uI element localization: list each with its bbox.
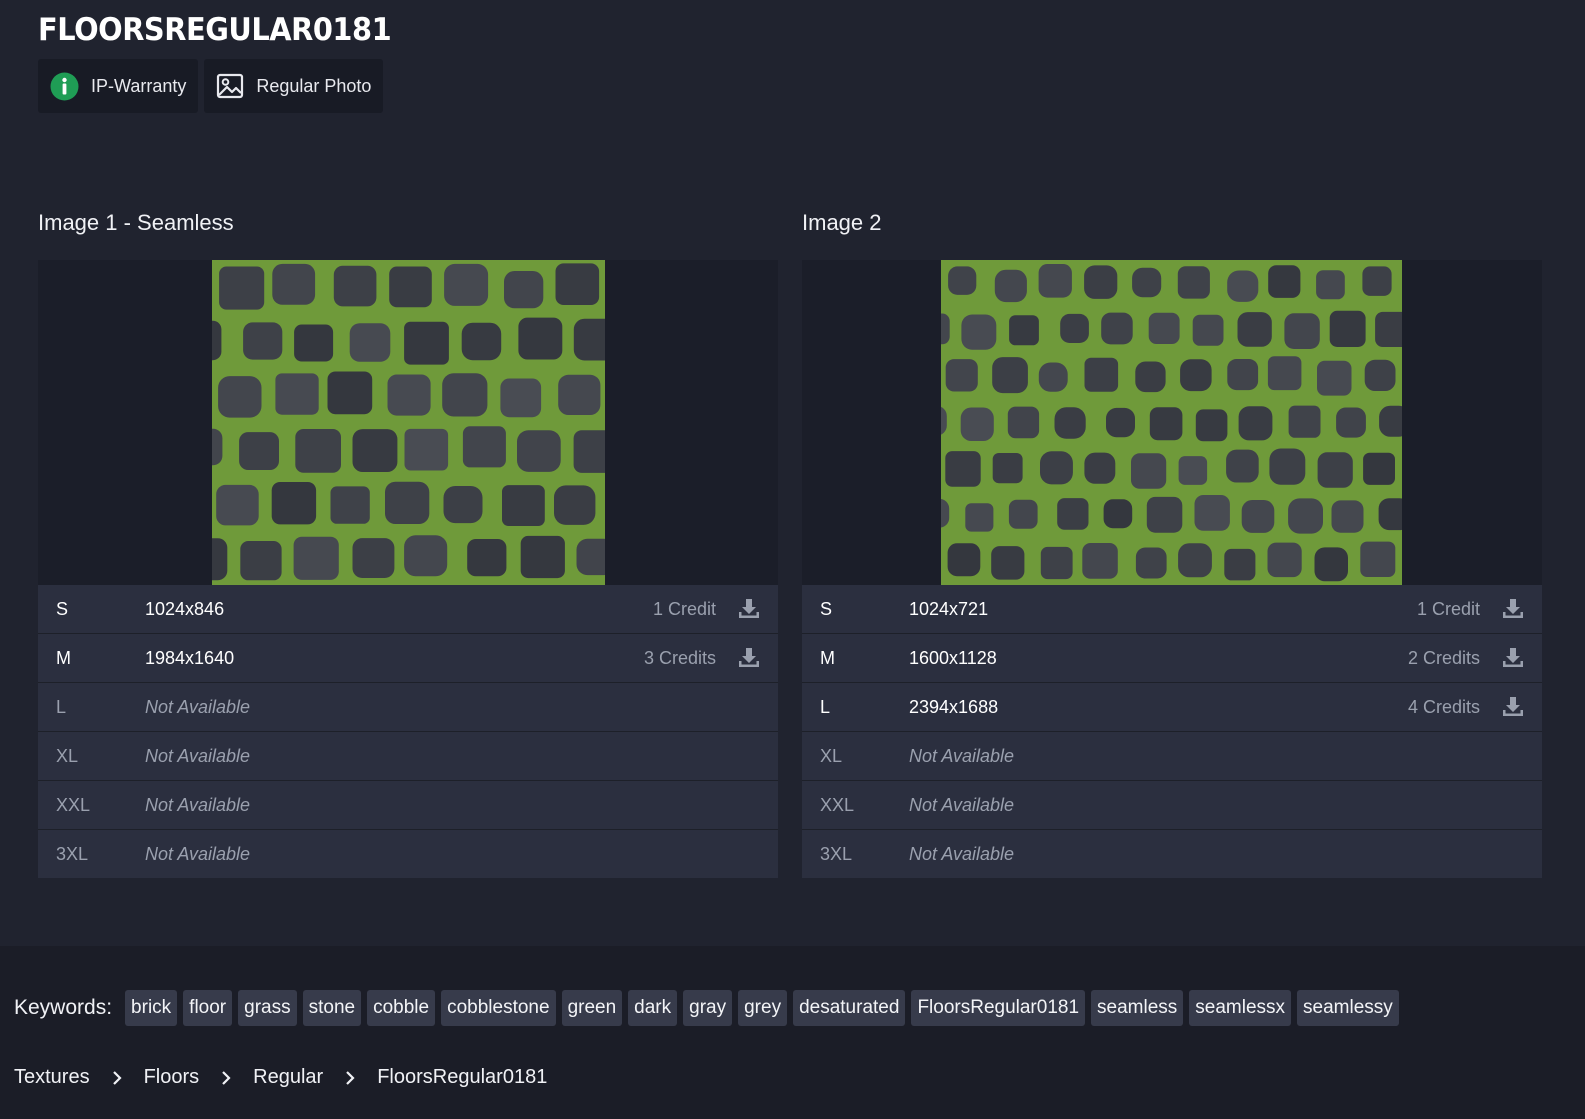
size-label: M — [56, 647, 71, 668]
size-row-l: L 2394x1688 4 Credits — [802, 683, 1542, 732]
resolution: Not Available — [909, 843, 1015, 864]
size-row-m: M 1984x1640 3 Credits — [38, 634, 778, 683]
keyword-tag[interactable]: green — [561, 990, 623, 1026]
breadcrumb-regular[interactable]: Regular — [253, 1066, 323, 1089]
regular-photo-badge[interactable]: Regular Photo — [204, 59, 384, 113]
credits: 1 Credit — [1416, 598, 1480, 619]
size-label: 3XL — [56, 843, 89, 864]
resolution: Not Available — [145, 745, 251, 766]
resolution: 1600x1128 — [909, 647, 997, 668]
size-row-3xl: 3XL Not Available — [38, 830, 778, 878]
image-1-texture-preview[interactable] — [212, 260, 605, 585]
keyword-tag[interactable]: cobblestone — [441, 990, 556, 1026]
size-label: S — [56, 598, 69, 619]
regular-photo-label: Regular Photo — [256, 75, 372, 96]
chevron-right-icon — [112, 1070, 122, 1085]
keyword-tag[interactable]: desaturated — [793, 990, 906, 1026]
size-row-3xl: 3XL Not Available — [802, 830, 1542, 878]
size-label: M — [820, 647, 835, 668]
size-label: XXL — [820, 794, 855, 815]
ip-warranty-label: IP-Warranty — [91, 75, 187, 96]
image-2-texture-preview[interactable] — [941, 260, 1402, 585]
footer: Keywords: brick floor grass stone cobble… — [0, 946, 1585, 1119]
resolution: 2394x1688 — [909, 696, 999, 717]
download-icon[interactable] — [738, 647, 760, 669]
keyword-tag[interactable]: brick — [125, 990, 178, 1026]
size-label: 3XL — [820, 843, 853, 864]
size-label: L — [56, 696, 67, 717]
size-row-xxl: XXL Not Available — [802, 781, 1542, 830]
size-label: XL — [820, 745, 843, 766]
chevron-right-icon — [222, 1070, 231, 1085]
keyword-tag[interactable]: floor — [183, 990, 233, 1026]
image-icon — [217, 73, 244, 99]
keywords-section: Keywords: brick floor grass stone cobble… — [14, 990, 1399, 1026]
resolution: Not Available — [909, 794, 1015, 815]
size-label: S — [820, 598, 833, 619]
breadcrumb: Textures Floors Regular FloorsRegular018… — [14, 1066, 547, 1089]
page-title: FLOORSREGULAR0181 — [38, 12, 392, 48]
image-1-size-table: S 1024x846 1 Credit M 1984x1640 3 Credit… — [38, 585, 778, 878]
size-row-s: S 1024x846 1 Credit — [38, 585, 778, 634]
breadcrumb-textures[interactable]: Textures — [14, 1066, 90, 1089]
keyword-tag[interactable]: dark — [628, 990, 678, 1026]
size-row-xl: XL Not Available — [802, 732, 1542, 781]
badge-bar: IP-Warranty Regular Photo — [38, 59, 384, 113]
download-icon[interactable] — [1502, 696, 1524, 718]
resolution: Not Available — [145, 843, 251, 864]
size-row-m: M 1600x1128 2 Credits — [802, 634, 1542, 683]
image-1-panel: Image 1 - Seamless S 1024x846 1 Credit M… — [38, 208, 778, 878]
keyword-tag[interactable]: grey — [738, 990, 788, 1026]
keyword-tag[interactable]: cobble — [367, 990, 436, 1026]
keyword-tag[interactable]: seamless — [1091, 990, 1184, 1026]
image-2-panel: Image 2 S 1024x721 1 Credit M 1600x1128 … — [802, 208, 1542, 878]
keywords-label: Keywords: — [14, 996, 113, 1019]
info-icon — [50, 72, 79, 100]
size-label: L — [820, 696, 831, 717]
size-row-l: L Not Available — [38, 683, 778, 732]
size-row-xxl: XXL Not Available — [38, 781, 778, 830]
image-2-title: Image 2 — [802, 210, 882, 235]
keyword-tag[interactable]: seamlessx — [1189, 990, 1292, 1026]
size-row-xl: XL Not Available — [38, 732, 778, 781]
resolution: 1984x1640 — [145, 647, 235, 668]
resolution: Not Available — [145, 696, 251, 717]
keyword-tag[interactable]: gray — [683, 990, 733, 1026]
size-label: XL — [56, 745, 79, 766]
keyword-tag[interactable]: seamlessy — [1297, 990, 1399, 1026]
resolution: 1024x721 — [909, 598, 989, 619]
keyword-tag[interactable]: stone — [302, 990, 362, 1026]
keyword-tag[interactable]: grass — [238, 990, 297, 1026]
chevron-right-icon — [346, 1070, 355, 1085]
image-1-preview-area — [38, 260, 778, 585]
download-icon[interactable] — [738, 598, 760, 620]
breadcrumb-current: FloorsRegular0181 — [377, 1066, 548, 1088]
breadcrumb-floors[interactable]: Floors — [144, 1066, 200, 1089]
download-icon[interactable] — [1502, 598, 1524, 620]
image-2-size-table: S 1024x721 1 Credit M 1600x1128 2 Credit… — [802, 585, 1542, 878]
credits: 2 Credits — [1407, 647, 1480, 668]
keyword-tag[interactable]: FloorsRegular0181 — [911, 990, 1086, 1026]
resolution: Not Available — [145, 794, 251, 815]
size-label: XXL — [56, 794, 91, 815]
resolution: 1024x846 — [145, 598, 225, 619]
credits: 1 Credit — [652, 598, 716, 619]
resolution: Not Available — [909, 745, 1015, 766]
ip-warranty-badge[interactable]: IP-Warranty — [38, 59, 199, 113]
keyword-list: brick floor grass stone cobble cobblesto… — [125, 990, 1399, 1026]
image-2-preview-area — [802, 260, 1542, 585]
download-icon[interactable] — [1502, 647, 1524, 669]
size-row-s: S 1024x721 1 Credit — [802, 585, 1542, 634]
credits: 3 Credits — [643, 647, 716, 668]
credits: 4 Credits — [1407, 696, 1480, 717]
image-1-title: Image 1 - Seamless — [38, 210, 234, 235]
